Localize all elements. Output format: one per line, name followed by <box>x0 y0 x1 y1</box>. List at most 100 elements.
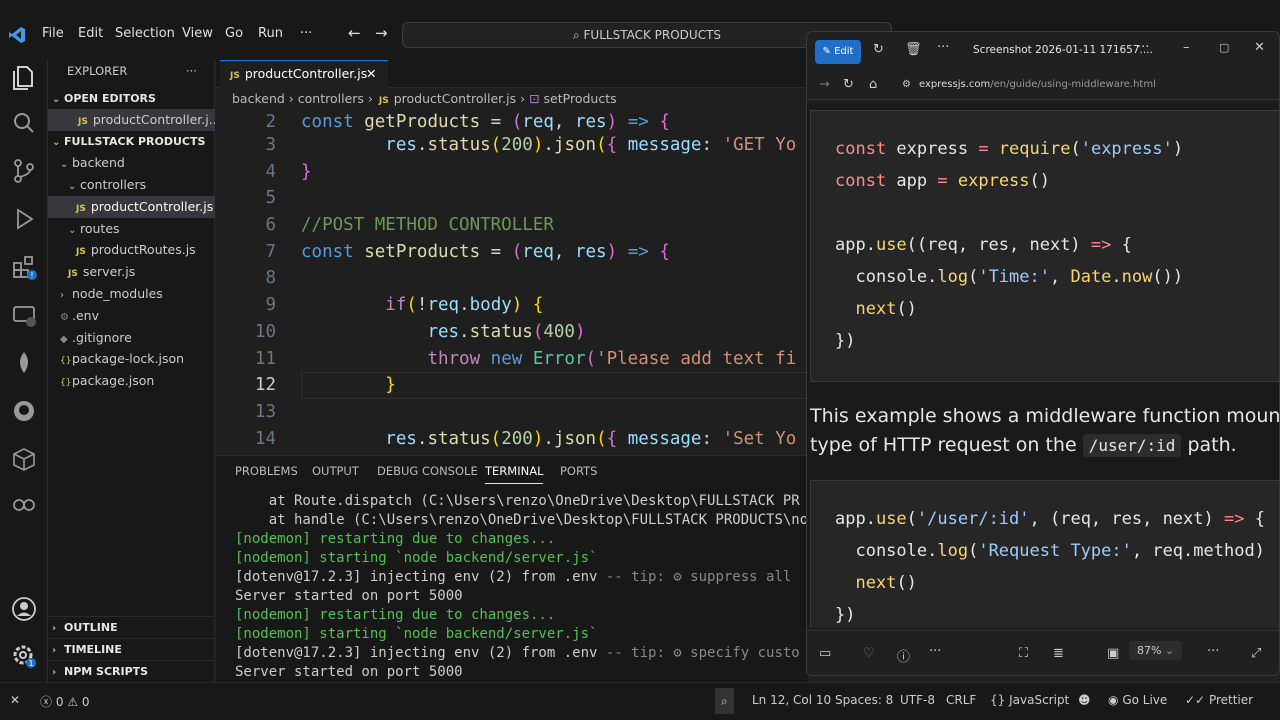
explorer-icon[interactable] <box>9 62 39 92</box>
code-editor[interactable]: 2 3 4 5 6 7 8 9 10 11 12 13 14 const get… <box>216 110 808 455</box>
project-header[interactable]: ⌄ FULLSTACK PRODUCTS <box>48 131 215 153</box>
terminal-line: [nodemon] restarting due to changes... <box>235 607 556 623</box>
copilot-status-icon[interactable]: ☻ <box>1078 693 1091 707</box>
line-ending[interactable]: CRLF <box>946 693 976 707</box>
breadcrumb-symbol[interactable]: setProducts <box>544 91 617 106</box>
run-debug-icon[interactable] <box>9 204 39 234</box>
encoding[interactable]: UTF-8 <box>900 693 935 707</box>
copilot-icon[interactable] <box>9 490 39 520</box>
tree-item-routes[interactable]: ⌄ routes <box>48 218 215 240</box>
remote-explorer-icon[interactable] <box>9 300 39 330</box>
outline-section[interactable]: › OUTLINE <box>48 616 215 638</box>
chevron-right-icon: › <box>60 290 64 301</box>
prettier[interactable]: ✓✓ Prettier <box>1185 693 1253 707</box>
url-text[interactable]: expressjs.com/en/guide/using-middleware.… <box>919 79 1156 90</box>
vscode-logo-icon <box>9 27 25 43</box>
favorite-heart-icon[interactable]: ♡ <box>863 646 875 661</box>
menu-edit[interactable]: Edit <box>78 26 103 41</box>
breadcrumb-file[interactable]: productController.js <box>394 91 516 106</box>
extensions-icon[interactable]: ! <box>9 252 39 282</box>
fullscreen-icon[interactable]: ⤢ <box>1251 646 1261 661</box>
open-editors-header[interactable]: ⌄ OPEN EDITORS <box>48 88 215 110</box>
delete-icon[interactable]: 🗑 <box>905 42 922 57</box>
tree-item-productcontroller[interactable]: JS productController.js <box>48 196 215 218</box>
zoom-icon[interactable]: ⌕ <box>715 688 734 714</box>
go-live[interactable]: ◉ Go Live <box>1108 693 1167 707</box>
close-icon[interactable]: ✕ <box>1254 40 1265 55</box>
forward-arrow-icon[interactable]: → <box>375 24 388 42</box>
terminal-line: at Route.dispatch (C:\Users\renzo\OneDri… <box>235 493 800 509</box>
more-icon[interactable]: ··· <box>1137 40 1149 55</box>
account-icon[interactable] <box>9 594 39 624</box>
source-control-icon[interactable] <box>9 156 39 186</box>
open-editor-item[interactable]: JS productController.j... <box>48 109 215 131</box>
mongodb-leaf-icon[interactable] <box>9 348 39 378</box>
tree-item-controllers[interactable]: ⌄ controllers <box>48 174 215 196</box>
line-number: 9 <box>265 295 276 315</box>
tree-item-env[interactable]: ⚙ .env <box>48 305 215 327</box>
tree-item-server[interactable]: JS server.js <box>48 261 215 283</box>
settings-gear-icon[interactable]: 1 <box>9 640 39 670</box>
forward-icon[interactable]: → <box>819 77 830 92</box>
menu-view[interactable]: View <box>182 26 213 41</box>
terminal-output[interactable]: at Route.dispatch (C:\Users\renzo\OneDri… <box>235 492 808 682</box>
tree-item-productroutes[interactable]: JS productRoutes.js <box>48 239 215 261</box>
cursor-position[interactable]: Ln 12, Col 10 <box>752 693 831 707</box>
problems-indicator[interactable]: ⓧ 0 ⚠ 0 <box>40 693 90 710</box>
reload-icon[interactable]: ↻ <box>843 77 854 92</box>
zoom-dropdown[interactable]: 87% ⌄ <box>1129 641 1183 660</box>
breadcrumb-backend[interactable]: backend <box>232 91 285 106</box>
close-icon[interactable]: ✕ <box>366 61 376 87</box>
viewer-titlebar: ✎ Edit ↻ 🗑 ··· Screenshot 2026-01-11 171… <box>807 32 1279 68</box>
fit-icon[interactable]: ▣ <box>1107 646 1119 661</box>
breadcrumb: backend › controllers › JS productControl… <box>232 91 617 106</box>
tab-problems[interactable]: PROBLEMS <box>235 464 298 478</box>
github-icon[interactable] <box>9 396 39 426</box>
rotate-icon[interactable]: ↻ <box>873 42 884 57</box>
chevron-down-icon: ⌄ <box>68 181 77 192</box>
tree-item-node-modules[interactable]: › node_modules <box>48 283 215 305</box>
indentation[interactable]: Spaces: 8 <box>835 693 893 707</box>
home-icon[interactable]: ⌂ <box>869 77 877 92</box>
more-icon[interactable]: ··· <box>1207 644 1219 659</box>
search-icon[interactable] <box>9 108 39 138</box>
site-info-icon[interactable]: ⚙ <box>902 79 911 90</box>
tree-item-gitignore[interactable]: ◆ .gitignore <box>48 327 215 349</box>
tree-item-package-lock[interactable]: {}package-lock.json <box>48 348 215 370</box>
command-center-label: FULLSTACK PRODUCTS <box>583 28 722 42</box>
tab-output[interactable]: OUTPUT <box>312 464 359 478</box>
tab-productcontroller[interactable]: JS productController.js ✕ <box>220 60 388 88</box>
filmstrip-icon[interactable]: ▭ <box>819 646 831 661</box>
remote-icon[interactable]: ✕ <box>10 693 20 707</box>
timeline-section[interactable]: › TIMELINE <box>48 638 215 660</box>
crop-icon[interactable]: ⛶ <box>1019 646 1028 661</box>
language-mode[interactable]: {} JavaScript <box>990 693 1069 707</box>
js-file-icon: JS <box>76 204 86 214</box>
menu-more[interactable]: ··· <box>300 26 312 41</box>
svg-text:!: ! <box>30 271 33 280</box>
maximize-icon[interactable]: ▢ <box>1219 41 1229 54</box>
menu-selection[interactable]: Selection <box>115 26 175 41</box>
edit-button[interactable]: ✎ Edit <box>815 40 861 64</box>
more-actions-icon[interactable]: ··· <box>186 60 197 82</box>
tab-ports[interactable]: PORTS <box>560 464 597 478</box>
npm-scripts-section[interactable]: › NPM SCRIPTS <box>48 660 215 682</box>
text-extract-icon[interactable]: ≣ <box>1053 646 1064 661</box>
more-icon[interactable]: ··· <box>929 644 941 659</box>
info-icon[interactable]: ⓘ <box>897 646 910 665</box>
minimize-icon[interactable]: – <box>1183 40 1190 55</box>
tree-item-backend[interactable]: ⌄ backend <box>48 152 215 174</box>
menu-file[interactable]: File <box>42 26 64 41</box>
warning-icon: ⚠ <box>67 695 79 709</box>
viewer-content: const express = require('express') const… <box>807 102 1279 627</box>
activity-bar: ! 1 <box>0 60 48 682</box>
tree-item-package[interactable]: {}package.json <box>48 370 215 392</box>
containers-icon[interactable] <box>9 444 39 474</box>
menu-go[interactable]: Go <box>225 26 243 41</box>
more-icon[interactable]: ··· <box>937 40 949 55</box>
breadcrumb-controllers[interactable]: controllers <box>298 91 364 106</box>
tab-terminal[interactable]: TERMINAL <box>485 464 544 484</box>
tab-debug-console[interactable]: DEBUG CONSOLE <box>377 464 478 478</box>
menu-run[interactable]: Run <box>258 26 283 41</box>
back-arrow-icon[interactable]: ← <box>348 24 361 42</box>
